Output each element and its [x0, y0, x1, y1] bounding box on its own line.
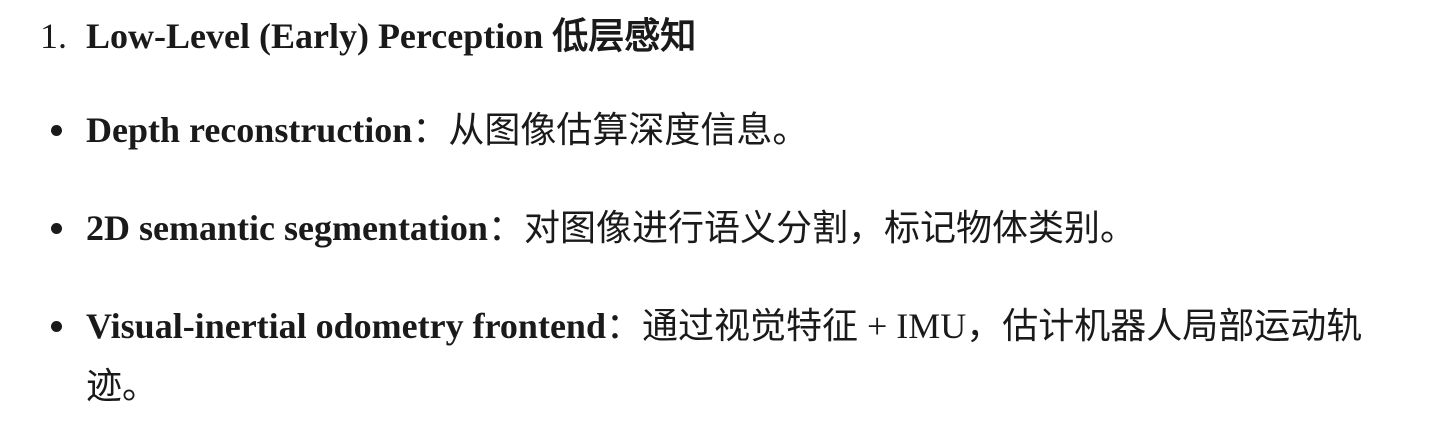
list-item-text: Depth reconstruction：从图像估算深度信息。: [86, 100, 1416, 160]
bullet-dot-icon: [51, 223, 62, 234]
list-item-term: Depth reconstruction: [86, 110, 413, 150]
section-title: Low-Level (Early) Perception 低层感知: [86, 16, 697, 56]
list-item-description: ：从图像估算深度信息。: [412, 110, 809, 150]
list-item-description: ：对图像进行语义分割，标记物体类别。: [487, 208, 1136, 248]
list-item-text: 2D semantic segmentation：对图像进行语义分割，标记物体类…: [86, 198, 1416, 258]
section-number: 1.: [40, 16, 67, 56]
list-item-term: Visual-inertial odometry frontend: [86, 306, 606, 346]
bullet-dot-icon: [51, 321, 62, 332]
list-item-text: Visual-inertial odometry frontend：通过视觉特征…: [86, 296, 1416, 416]
section-heading: 1. Low-Level (Early) Perception 低层感知: [40, 14, 696, 58]
bullet-dot-icon: [51, 125, 62, 136]
list-item-term: 2D semantic segmentation: [86, 208, 488, 248]
